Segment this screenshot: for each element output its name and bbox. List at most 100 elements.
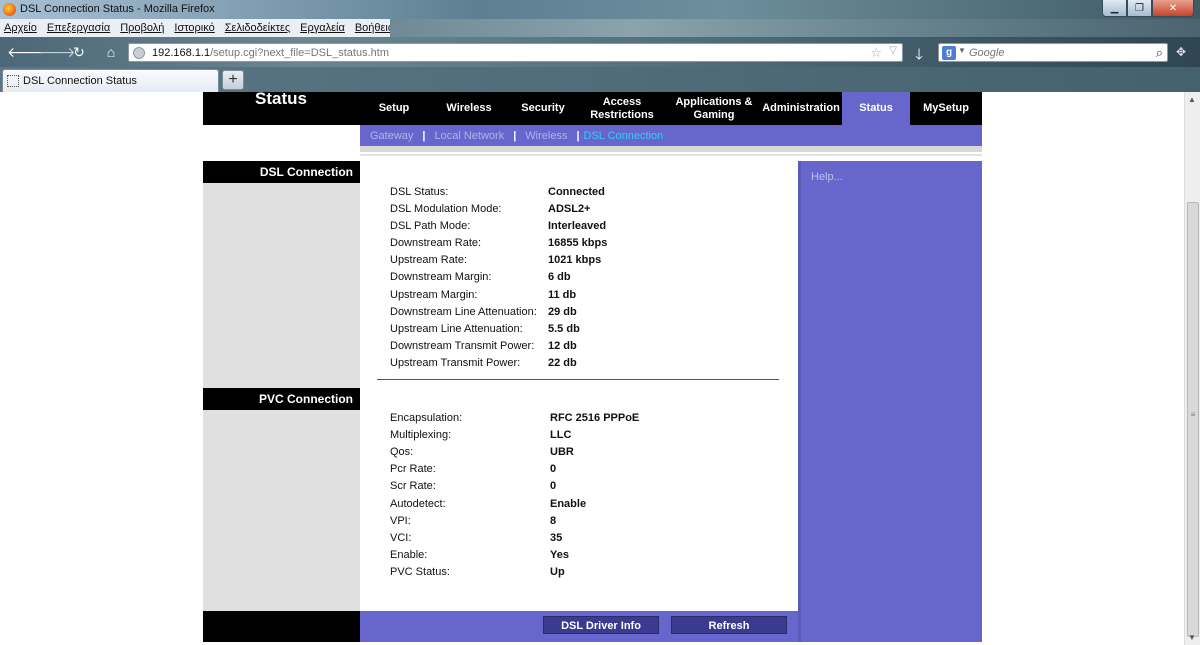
row-value: 1021 kbps xyxy=(548,254,602,266)
scroll-up-icon[interactable]: ▲ xyxy=(1188,95,1196,104)
addon-icon[interactable]: ✥ xyxy=(1176,45,1186,59)
row-label: Scr Rate: xyxy=(390,480,436,492)
row-label: Encapsulation: xyxy=(390,412,463,424)
window-titlebar: DSL Connection Status - Mozilla Firefox … xyxy=(0,0,1200,19)
menu-tools[interactable]: Εργαλεία xyxy=(300,22,345,34)
row-value: Enable xyxy=(550,498,587,510)
row-value: Up xyxy=(550,566,565,578)
row-value: 5.5 db xyxy=(548,323,580,335)
menu-edit[interactable]: Επεξεργασία xyxy=(47,22,110,34)
gray-band xyxy=(360,146,982,152)
tab-setup[interactable]: Setup xyxy=(360,92,428,125)
row-value: 11 db xyxy=(548,289,577,301)
url-dropdown-icon[interactable]: ▽ xyxy=(889,45,897,56)
vertical-scrollbar[interactable]: ▲ ≡ ▼ xyxy=(1184,92,1200,645)
row-value: ADSL2+ xyxy=(548,203,591,215)
firefox-logo-icon xyxy=(3,3,16,16)
scroll-down-icon[interactable]: ▼ xyxy=(1188,633,1196,642)
row-value: 35 xyxy=(550,532,563,544)
row-label: VPI: xyxy=(390,515,411,527)
subnav-local-network[interactable]: Local Network xyxy=(435,130,505,142)
row-value: 6 db xyxy=(548,271,571,283)
help-panel: Help... xyxy=(798,161,982,642)
row-value: Yes xyxy=(550,549,569,561)
row-value: 0 xyxy=(550,463,557,475)
row-label: Upstream Rate: xyxy=(390,254,468,266)
subnav-dsl-connection[interactable]: DSL Connection xyxy=(584,130,664,142)
row-label: Enable: xyxy=(390,549,428,561)
close-icon[interactable]: ✕ xyxy=(1152,0,1194,17)
tab-access-restrictions[interactable]: Access Restrictions xyxy=(576,92,668,125)
subnav-gateway[interactable]: Gateway xyxy=(370,130,413,142)
menu-help[interactable]: Βοήθεια xyxy=(355,22,394,34)
maximize-icon[interactable]: ❐ xyxy=(1127,0,1152,17)
dsl-driver-info-button[interactable]: DSL Driver Info xyxy=(543,616,659,634)
row-value: Interleaved xyxy=(548,220,607,232)
search-icon[interactable]: ⌕ xyxy=(1156,45,1163,61)
row-label: Upstream Margin: xyxy=(390,289,478,301)
row-value: 0 xyxy=(550,480,557,492)
search-bar: g ▼ ⌕ xyxy=(938,43,1168,62)
header-left: Status xyxy=(203,89,360,125)
scrollbar-thumb[interactable]: ≡ xyxy=(1187,202,1199,637)
gray-divider xyxy=(360,154,982,156)
back-arrow-icon[interactable]: 🡐 xyxy=(7,44,45,60)
menu-bar-background xyxy=(390,19,1200,37)
forward-arrow-icon[interactable]: 🡒 xyxy=(38,44,76,60)
menu-history[interactable]: Ιστορικό xyxy=(174,22,214,34)
tab-mysetup[interactable]: MySetup xyxy=(910,92,982,125)
row-value: 16855 kbps xyxy=(548,237,608,249)
row-value: 12 db xyxy=(548,340,577,352)
address-bar[interactable]: 192.168.1.1/setup.cgi?next_file=DSL_stat… xyxy=(128,43,903,62)
row-label: Autodetect: xyxy=(390,498,446,510)
tab-wireless[interactable]: Wireless xyxy=(428,92,510,125)
subnav-left xyxy=(203,125,360,146)
tab-bar: DSL Connection Status xyxy=(0,67,1200,92)
menu-file[interactable]: Αρχείο xyxy=(4,22,37,34)
row-value: 22 db xyxy=(548,357,577,369)
tab-applications-gaming[interactable]: Applications & Gaming xyxy=(668,92,760,125)
row-label: VCI: xyxy=(390,532,412,544)
tab-status[interactable]: Status xyxy=(842,92,910,125)
minimize-icon[interactable]: ▁ xyxy=(1102,0,1127,17)
google-icon[interactable]: g xyxy=(942,46,956,60)
menu-bookmarks[interactable]: Σελιδοδείκτες xyxy=(225,22,290,34)
grip-icon: ≡ xyxy=(1190,410,1196,419)
left-column xyxy=(203,161,360,611)
row-label: Upstream Transmit Power: xyxy=(390,357,521,369)
page-title: Status xyxy=(255,89,307,108)
row-label: Multiplexing: xyxy=(390,429,452,441)
home-icon[interactable]: ⌂ xyxy=(102,44,120,60)
subnav-wireless[interactable]: Wireless xyxy=(525,130,567,142)
search-input[interactable] xyxy=(969,45,1139,60)
row-label: Downstream Transmit Power: xyxy=(390,340,535,352)
reload-icon[interactable]: ↻ xyxy=(70,44,88,60)
help-link[interactable]: Help... xyxy=(811,171,843,183)
engine-dropdown-icon[interactable]: ▼ xyxy=(958,46,966,55)
window-title: DSL Connection Status - Mozilla Firefox xyxy=(20,3,215,15)
tab-label: DSL Connection Status xyxy=(23,75,137,87)
tab-administration[interactable]: Administration xyxy=(760,92,842,125)
refresh-button[interactable]: Refresh xyxy=(671,616,787,634)
new-tab-button[interactable]: + xyxy=(222,70,244,90)
subnav-separator: | xyxy=(422,129,426,142)
window-controls: ▁ ❐ ✕ xyxy=(1102,0,1194,17)
tab-dsl-status[interactable]: DSL Connection Status xyxy=(2,69,219,92)
site-identity-icon[interactable] xyxy=(133,47,145,59)
row-value: 8 xyxy=(550,515,557,527)
row-value: RFC 2516 PPPoE xyxy=(550,412,640,424)
tab-security[interactable]: Security xyxy=(510,92,576,125)
row-label: Pcr Rate: xyxy=(390,463,436,475)
row-label: Downstream Line Attenuation: xyxy=(390,306,537,318)
bookmark-star-icon[interactable]: ☆ xyxy=(870,45,882,61)
row-label: PVC Status: xyxy=(390,566,450,578)
page-icon xyxy=(7,75,19,87)
sub-navigation: Gateway | Local Network | Wireless | DSL… xyxy=(360,125,982,146)
pvc-section-heading: PVC Connection xyxy=(203,388,360,410)
section-divider xyxy=(377,379,779,380)
menu-view[interactable]: Προβολή xyxy=(120,22,164,34)
download-icon[interactable]: 🡓 xyxy=(910,44,928,63)
row-value: 29 db xyxy=(548,306,577,318)
row-label: DSL Status: xyxy=(390,186,449,198)
row-value: UBR xyxy=(550,446,574,458)
